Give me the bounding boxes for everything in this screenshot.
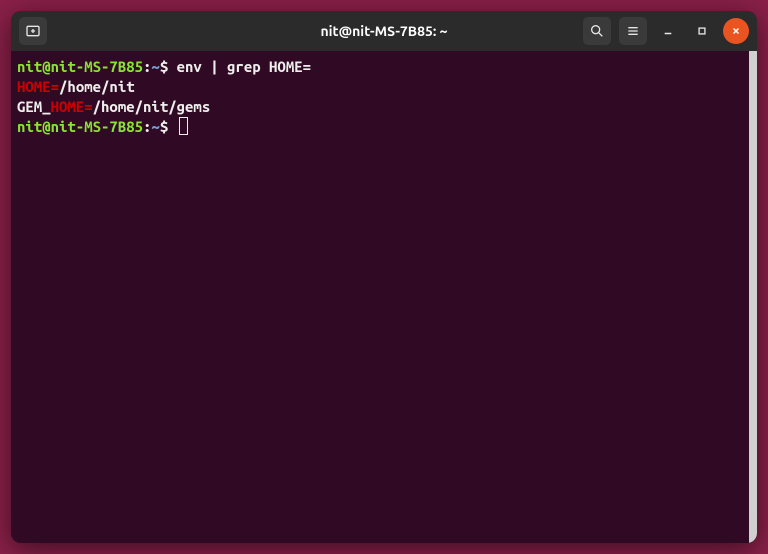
scrollbar[interactable] (749, 51, 757, 543)
terminal-line: nit@nit-MS-7B85:~$ env | grep HOME= (17, 57, 751, 77)
output-text: GEM_ (17, 98, 51, 115)
close-icon (731, 26, 741, 36)
prompt-user-host: nit@nit-MS-7B85 (17, 118, 143, 135)
command-text: env | grep HOME= (168, 58, 311, 75)
terminal-area[interactable]: nit@nit-MS-7B85:~$ env | grep HOME= HOME… (11, 51, 757, 543)
hamburger-icon (625, 23, 641, 39)
terminal-window: nit@nit-MS-7B85: ~ (11, 11, 757, 543)
maximize-button[interactable] (689, 18, 715, 44)
close-button[interactable] (723, 18, 749, 44)
terminal-line: nit@nit-MS-7B85:~$ (17, 117, 751, 137)
prompt-user-host: nit@nit-MS-7B85 (17, 58, 143, 75)
window-title: nit@nit-MS-7B85: ~ (320, 23, 447, 39)
command-text (168, 118, 176, 135)
terminal-line: HOME=/home/nit (17, 77, 751, 97)
output-text: /home/nit (59, 78, 135, 95)
new-tab-icon (25, 23, 41, 39)
prompt-path: ~ (151, 118, 159, 135)
new-tab-button[interactable] (19, 17, 47, 45)
prompt-dollar: $ (160, 118, 168, 135)
cursor (179, 117, 188, 135)
titlebar: nit@nit-MS-7B85: ~ (11, 11, 757, 51)
menu-button[interactable] (619, 17, 647, 45)
search-button[interactable] (583, 17, 611, 45)
prompt-path: ~ (151, 58, 159, 75)
minimize-button[interactable] (655, 18, 681, 44)
maximize-icon (697, 26, 707, 36)
terminal-line: GEM_HOME=/home/nit/gems (17, 97, 751, 117)
minimize-icon (663, 26, 673, 36)
grep-highlight: HOME= (17, 78, 59, 95)
search-icon (589, 23, 605, 39)
grep-highlight: HOME= (51, 98, 93, 115)
prompt-dollar: $ (160, 58, 168, 75)
output-text: /home/nit/gems (93, 98, 211, 115)
